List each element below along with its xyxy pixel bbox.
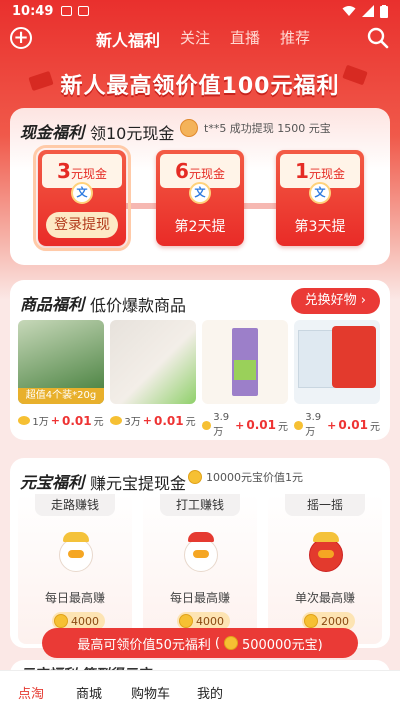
cash-amount: 1 [295,159,309,183]
product-card[interactable]: 3万 + 0.01 元 [110,320,196,429]
top-tabs: 新人福利 关注 直播 推荐 [96,27,310,51]
cash-day-label: 第3天提 [294,219,346,235]
task-desc: 每日最高赚 [169,591,230,605]
tab-recommend[interactable]: 推荐 [280,27,310,51]
coin-icon [18,416,31,425]
claim-paren: ( [214,635,220,651]
ticker-text: t**5 成功提现 1500 元宝 [204,122,331,135]
banner-title: 新人最高领价值100元福利 [60,74,340,99]
tab-newcomer[interactable]: 新人福利 [96,27,160,51]
goods-welfare-card: 商品福利 低价爆款商品 兑换好物 › 超值4个装*20g 1万 + 0.01 元… [10,280,390,440]
claim-text: 最高可领价值50元福利 [77,637,211,653]
product-image: 超值4个装*20g [18,320,104,404]
search-icon[interactable] [366,26,390,50]
yuanbao-icon [223,636,238,650]
login-withdraw-button[interactable]: 登录提现 [46,212,118,238]
wifi-icon [342,6,356,16]
nav-diantao[interactable]: 点淘 [18,683,44,702]
gallery-icon [61,6,73,16]
nav-mine[interactable]: 我的 [197,683,223,702]
duck-headphone-icon [180,528,220,574]
task-tag: 摇一摇 [285,494,365,516]
duck-fortune-icon [305,528,345,574]
cash-day-label: 第2天提 [174,219,226,235]
product-image [294,320,380,404]
product-card[interactable]: 超值4个装*20g 1万 + 0.01 元 [18,320,104,429]
add-icon[interactable]: + [10,27,32,49]
battery-icon [380,4,388,18]
avatar [180,119,198,137]
goods-subtitle: 低价爆款商品 [90,296,187,315]
cash-ticker: t**5 成功提现 1500 元宝 [180,119,331,137]
cash-envelope-day3[interactable]: 1元现金 文 第3天提 [276,150,364,246]
yuanbao-title: 元宝福利 [20,473,85,492]
wechat-coin-icon: 文 [71,182,93,204]
claim-sub: 500000元宝) [241,637,323,653]
task-shake[interactable]: 摇一摇 单次最高赚 2000 [268,494,382,644]
product-image [202,320,288,404]
nav-mall[interactable]: 商城 [76,683,102,702]
task-work[interactable]: 打工赚钱 每日最高赚 4000 [143,494,257,644]
tab-follow[interactable]: 关注 [180,27,210,51]
status-bar: 10:49 [0,0,400,22]
product-price: 3万 + 0.01 元 [110,412,196,429]
product-price: 3.9万 + 0.01 元 [202,412,288,438]
task-tag: 走路赚钱 [35,494,115,516]
status-time: 10:49 [12,3,54,19]
yuanbao-note: 10000元宝价值1元 [188,469,303,485]
yuanbao-icon [54,614,68,628]
yuanbao-subtitle: 赚元宝提现金 [90,474,187,493]
duck-mascot-icon [55,528,95,574]
coin-icon [294,420,304,430]
cash-envelope-day1[interactable]: 3元现金 文 登录提现 [33,145,131,251]
claim-button[interactable]: 最高可领价值50元福利 ( 500000元宝) [42,628,358,658]
promo-banner: 新人最高领价值100元福利 [0,62,400,104]
product-card[interactable]: 3.9万 + 0.01 元 [294,320,380,438]
task-desc: 单次最高赚 [294,591,355,605]
yuanbao-icon [179,614,193,628]
yuanbao-icon [304,614,318,628]
nav-cart[interactable]: 购物车 [131,683,170,702]
product-card[interactable]: 3.9万 + 0.01 元 [202,320,288,438]
cash-title: 现金福利 [20,123,85,142]
task-walk[interactable]: 走路赚钱 每日最高赚 4000 [18,494,132,644]
coin-icon [202,420,212,430]
task-desc: 每日最高赚 [44,591,105,605]
wechat-coin-icon: 文 [189,182,211,204]
tab-live[interactable]: 直播 [230,27,260,51]
cash-welfare-card: 现金福利 领10元现金 t**5 成功提现 1500 元宝 3元现金 文 登录提… [10,108,390,265]
wechat-coin-icon: 文 [309,182,331,204]
cash-amount: 6 [175,159,189,183]
product-price: 3.9万 + 0.01 元 [294,412,380,438]
task-tag: 打工赚钱 [160,494,240,516]
yuanbao-icon [188,470,202,484]
cash-unit: 元现金 [188,167,225,181]
cash-amount: 3 [57,159,71,183]
coin-icon [110,416,123,425]
exchange-goods-button[interactable]: 兑换好物 › [290,288,380,314]
notification-icon [78,6,90,16]
bottom-nav: 点淘 商城 购物车 我的 [0,670,400,711]
yuanbao-welfare-card: 元宝福利 赚元宝提现金 10000元宝价值1元 走路赚钱 每日最高赚 4000 … [10,458,390,648]
product-promo: 超值4个装*20g [18,388,104,404]
signal-icon [362,5,374,17]
cash-unit: 元现金 [70,167,107,181]
cash-envelope-day2[interactable]: 6元现金 文 第2天提 [156,150,244,246]
product-image [110,320,196,404]
goods-title: 商品福利 [20,295,85,314]
cash-subtitle: 领10元现金 [90,124,175,143]
product-price: 1万 + 0.01 元 [18,412,104,429]
top-navbar: + 新人福利 关注 直播 推荐 [0,22,400,56]
cash-unit: 元现金 [308,167,345,181]
